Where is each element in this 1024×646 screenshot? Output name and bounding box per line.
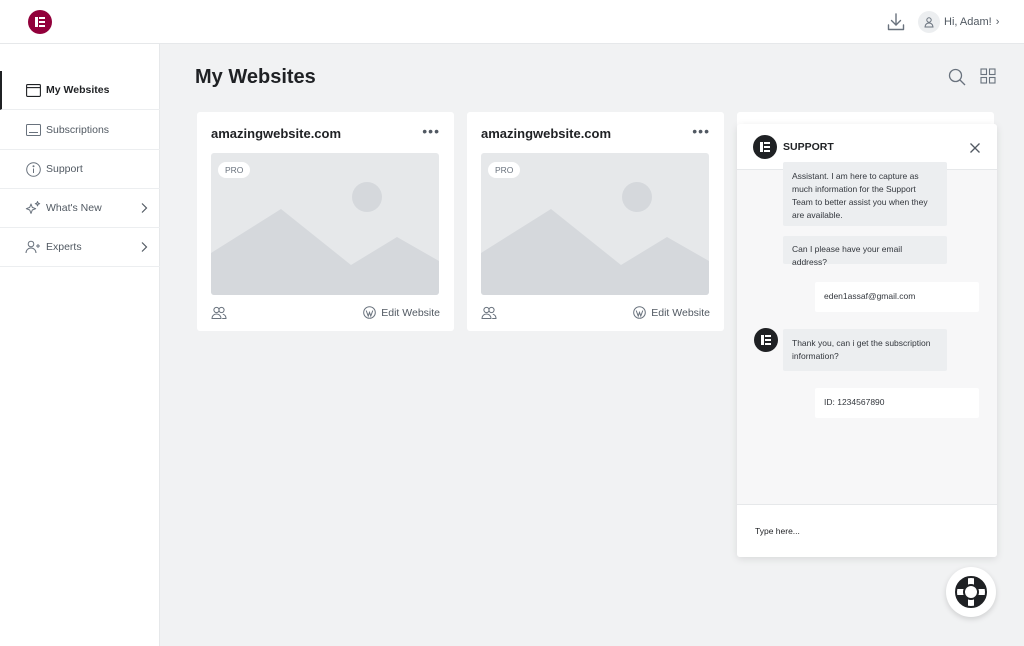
user-avatar-icon xyxy=(918,11,940,33)
top-bar: Hi, Adam! › xyxy=(0,0,1024,44)
grid-view-icon[interactable] xyxy=(980,68,998,86)
chat-title: SUPPORT xyxy=(783,141,834,153)
chat-message-bot: Can I please have your email address? xyxy=(783,236,947,267)
more-options-icon[interactable]: ••• xyxy=(692,124,710,138)
website-title: amazingwebsite.com xyxy=(481,126,612,141)
wordpress-icon xyxy=(363,306,377,319)
chat-message-bot: Assistant. I am here to capture as much … xyxy=(783,162,947,226)
pro-badge: PRO xyxy=(488,162,521,178)
user-menu-button[interactable]: Hi, Adam! › xyxy=(918,10,999,34)
sidebar-item-subscriptions[interactable]: Subscriptions xyxy=(0,111,160,150)
chat-message-bot: Thank you, can i get the subscription in… xyxy=(783,329,947,371)
website-title: amazingwebsite.com xyxy=(211,126,342,141)
sidebar-item-label: Experts xyxy=(46,241,82,253)
bot-avatar-icon xyxy=(754,328,778,352)
add-user-icon xyxy=(25,239,41,255)
chevron-right-icon xyxy=(140,240,148,258)
chevron-right-icon xyxy=(140,201,148,219)
help-lifebuoy-button[interactable] xyxy=(946,567,996,617)
website-thumbnail[interactable]: PRO xyxy=(211,153,439,295)
support-chat-panel: SUPPORT Assistant. I am here to capture … xyxy=(737,124,997,557)
chat-message-user: eden1assaf@gmail.com xyxy=(815,282,979,312)
edit-website-button[interactable]: Edit Website xyxy=(633,306,710,319)
sidebar-item-whats-new[interactable]: What's New xyxy=(0,189,160,228)
more-options-icon[interactable]: ••• xyxy=(422,124,440,138)
sidebar-item-label: Support xyxy=(46,163,83,175)
info-circle-icon xyxy=(25,161,41,177)
sparkles-icon xyxy=(25,200,41,216)
sidebar-item-experts[interactable]: Experts xyxy=(0,228,160,267)
elementor-logo-icon[interactable] xyxy=(28,10,52,34)
download-icon[interactable] xyxy=(884,10,908,34)
website-thumbnail[interactable]: PRO xyxy=(481,153,709,295)
elementor-logo-icon xyxy=(753,135,777,159)
sidebar-item-label: What's New xyxy=(46,202,102,214)
sidebar-item-support[interactable]: Support xyxy=(0,150,160,189)
website-card[interactable]: amazingwebsite.com ••• PRO Edit Website xyxy=(197,112,454,331)
browser-window-icon xyxy=(25,82,41,98)
chat-message-user: ID: 1234567890 xyxy=(815,388,979,418)
page-title: My Websites xyxy=(195,66,316,88)
sidebar-item-label: Subscriptions xyxy=(46,124,110,136)
edit-website-label: Edit Website xyxy=(651,306,710,319)
chat-message-input[interactable] xyxy=(755,522,975,540)
sidebar-item-my-websites[interactable]: My Websites xyxy=(0,71,160,110)
user-greeting: Hi, Adam! xyxy=(944,16,992,28)
search-icon[interactable] xyxy=(948,68,966,86)
users-icon[interactable] xyxy=(211,306,227,320)
users-icon[interactable] xyxy=(481,306,497,320)
close-icon[interactable] xyxy=(969,141,981,153)
website-card[interactable]: amazingwebsite.com ••• PRO Edit Website xyxy=(467,112,724,331)
wordpress-icon xyxy=(633,306,647,319)
sidebar-item-label: My Websites xyxy=(46,84,110,96)
edit-website-button[interactable]: Edit Website xyxy=(363,306,440,319)
chevron-right-icon: › xyxy=(995,16,1000,28)
pro-badge: PRO xyxy=(218,162,251,178)
edit-website-label: Edit Website xyxy=(381,306,440,319)
sidebar: My Websites Subscriptions Support What's… xyxy=(0,44,160,646)
lifebuoy-icon xyxy=(955,576,987,608)
chat-input-area xyxy=(737,504,997,557)
card-icon xyxy=(25,122,41,138)
